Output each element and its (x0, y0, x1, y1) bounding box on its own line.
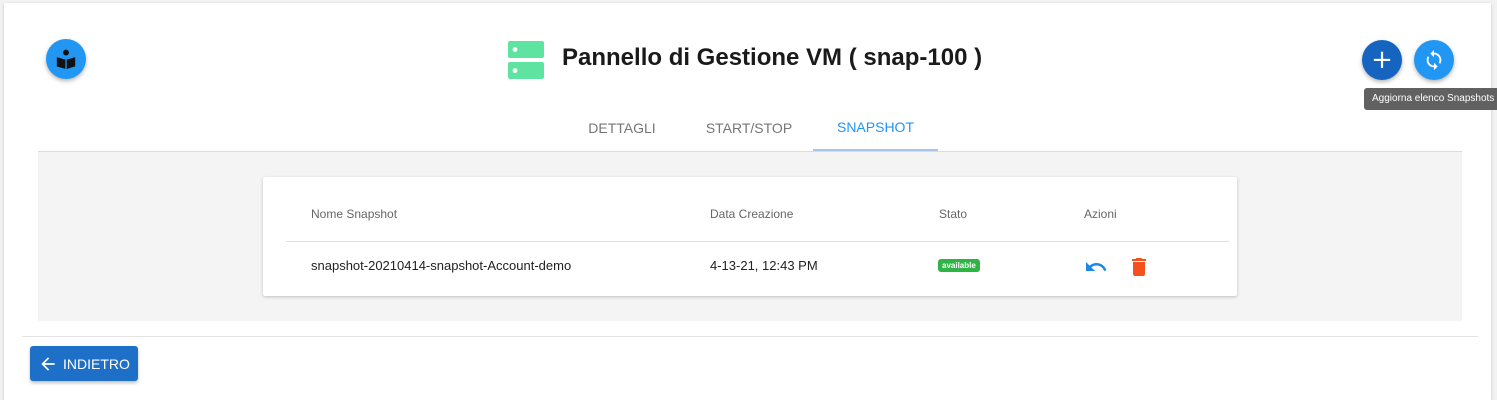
server-icon (508, 41, 544, 79)
header-data-creazione: Data Creazione (710, 207, 794, 221)
refresh-tooltip: Aggiorna elenco Snapshots (1364, 88, 1497, 110)
back-button[interactable]: INDIETRO (30, 346, 138, 381)
snapshot-name: snapshot-20210414-snapshot-Account-demo (311, 258, 572, 273)
book-reader-button[interactable] (46, 39, 86, 79)
book-reader-icon (56, 49, 76, 70)
delete-icon[interactable] (1127, 255, 1151, 279)
restore-icon[interactable] (1084, 255, 1108, 279)
row-divider (286, 241, 1229, 242)
footer-divider (22, 336, 1478, 337)
header-stato: Stato (939, 207, 968, 221)
tab-start-stop[interactable]: START/STOP (682, 105, 816, 151)
snapshot-created: 4-13-21, 12:43 PM (710, 258, 818, 273)
plus-icon: + (1371, 45, 1393, 75)
tab-snapshot[interactable]: SNAPSHOT (813, 105, 938, 151)
back-button-label: INDIETRO (63, 355, 130, 372)
status-badge: available (938, 259, 980, 272)
page-title: Pannello di Gestione VM ( snap-100 ) (562, 44, 983, 71)
refresh-snapshots-button[interactable] (1414, 40, 1454, 80)
refresh-icon (1426, 49, 1442, 71)
header-nome-snapshot: Nome Snapshot (311, 207, 398, 221)
snapshots-table: Nome Snapshot Data Creazione Stato Azion… (263, 177, 1237, 296)
header-azioni: Azioni (1084, 207, 1117, 221)
arrow-left-icon (41, 356, 55, 371)
add-snapshot-button[interactable]: + (1362, 40, 1402, 80)
tab-dettagli[interactable]: DETTAGLI (562, 105, 682, 151)
